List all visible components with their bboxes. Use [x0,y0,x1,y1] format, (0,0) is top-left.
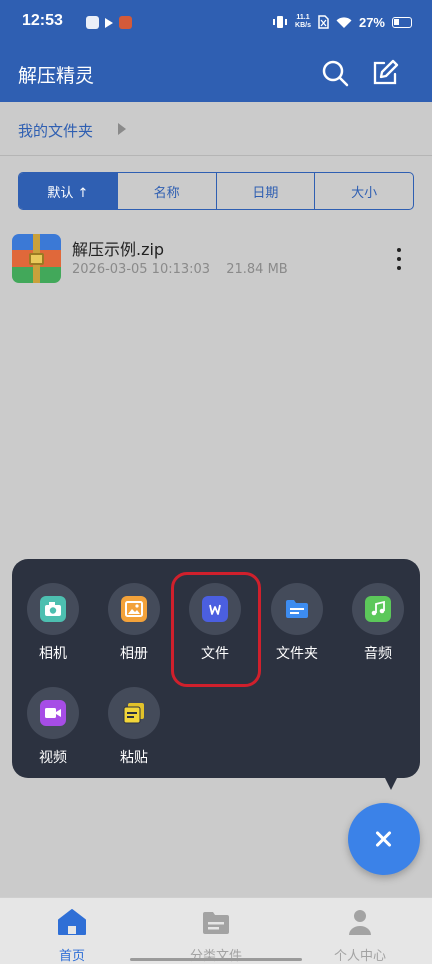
battery-icon [392,16,412,28]
nav-home-label: 首页 [58,949,85,964]
nav-categories[interactable]: 分类文件 [144,898,288,964]
menu-item-label: 视频 [39,750,67,766]
vibrate-icon [273,16,288,28]
folder-icon [286,600,308,618]
file-date: 2026-03-05 10:13:03 [72,262,211,277]
nav-categories-label: 分类文件 [189,949,242,964]
video-icon [40,700,66,726]
app-title: 解压精灵 [18,65,95,87]
camera-icon [40,596,66,622]
app-notification-icon [86,16,99,29]
sort-name-button[interactable]: 名称 [118,173,217,209]
app-badge-notification-icon [119,16,132,29]
file-size: 21.84 MB [226,262,288,277]
system-status-icons: 11.1 KB/s 27% [272,14,412,30]
menu-item-label: 文件夹 [276,646,318,662]
music-icon [365,596,391,622]
file-meta: 2026-03-05 10:13:03 21.84 MB [72,262,288,277]
play-notification-icon [105,17,113,28]
menu-item-label: 相机 [39,646,67,662]
file-list-item[interactable]: 解压示例.zip 2026-03-05 10:13:03 21.84 MB [0,224,432,292]
notification-icons [86,16,132,29]
sort-date-button[interactable]: 日期 [217,173,316,209]
user-icon [349,910,371,935]
paste-icon [123,703,144,724]
menu-item-audio[interactable]: 音频 [345,583,411,673]
zip-archive-icon [12,234,61,283]
edit-icon[interactable] [370,58,400,88]
sort-size-button[interactable]: 大小 [315,173,413,209]
search-icon[interactable] [320,58,350,88]
nav-home[interactable]: 首页 [0,898,144,964]
menu-item-label: 相册 [120,646,148,662]
network-speed: 11.1 KB/s [295,14,311,30]
menu-item-folder[interactable]: 文件夹 [264,583,330,673]
network-speed-unit: KB/s [295,22,311,29]
bottom-navigation: 首页 分类文件 个人中心 [0,897,432,964]
highlight-box [171,572,261,687]
popup-pointer [384,776,398,790]
status-bar: 12:53 11.1 KB/s 27% [0,0,432,44]
nav-profile-label: 个人中心 [333,949,386,964]
menu-item-label: 音频 [364,646,392,662]
app-bar: 解压精灵 [0,44,432,102]
menu-item-paste[interactable]: 粘贴 [101,687,167,777]
sort-default-button[interactable]: 默认 ↑ [19,173,118,209]
file-name: 解压示例.zip [72,240,165,259]
category-folder-icon [203,912,229,934]
menu-item-label: 粘贴 [120,750,148,766]
close-fab-button[interactable] [348,803,420,875]
more-options-icon[interactable] [396,248,402,270]
breadcrumb: 我的文件夹 [0,102,432,156]
breadcrumb-root[interactable]: 我的文件夹 [18,120,93,141]
menu-item-album[interactable]: 相册 [101,583,167,673]
sort-segmented-control: 默认 ↑ 名称 日期 大小 [18,172,414,210]
battery-percent: 27% [358,14,385,30]
home-icon [58,909,86,935]
status-time: 12:53 [22,12,63,29]
network-speed-value: 11.1 [296,14,310,21]
menu-item-video[interactable]: 视频 [20,687,86,777]
menu-item-camera[interactable]: 相机 [20,583,86,673]
wifi-icon [336,16,352,28]
album-icon [121,596,147,622]
nav-profile[interactable]: 个人中心 [288,898,432,964]
chevron-right-icon [118,123,126,135]
gesture-home-bar[interactable] [130,958,302,961]
no-sim-icon [318,15,329,29]
